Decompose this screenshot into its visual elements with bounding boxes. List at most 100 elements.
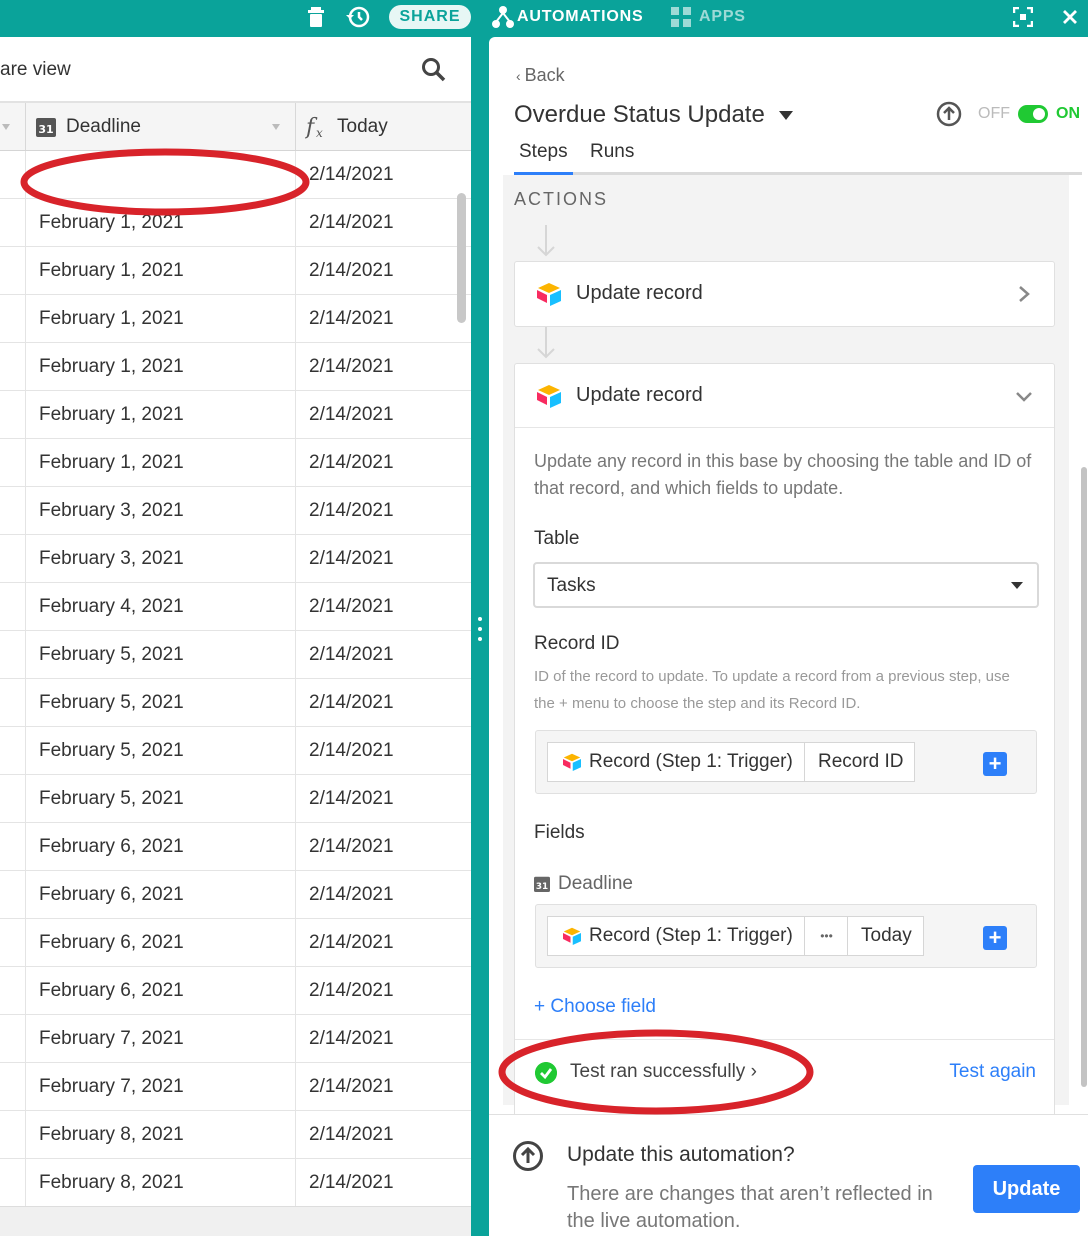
cell-deadline[interactable]: February 1, 2021	[39, 247, 184, 294]
table-row[interactable]: February 6, 2021 2/14/2021	[0, 967, 471, 1015]
apps-tab[interactable]: APPS	[669, 0, 746, 34]
cell-deadline[interactable]: February 1, 2021	[39, 295, 184, 342]
cell-today[interactable]: 2/14/2021	[309, 919, 394, 966]
cell-today[interactable]: 2/14/2021	[309, 631, 394, 678]
add-token-button[interactable]: +	[983, 926, 1007, 950]
record-id-input[interactable]: Record (Step 1: Trigger) Record ID +	[535, 730, 1037, 794]
tab-runs[interactable]: Runs	[585, 141, 639, 175]
close-icon[interactable]	[1062, 0, 1078, 34]
table-row[interactable]: February 8, 2021 2/14/2021	[0, 1111, 471, 1159]
cell-deadline[interactable]: February 3, 2021	[39, 487, 184, 534]
cell-today[interactable]: 2/14/2021	[309, 199, 394, 246]
view-name[interactable]: are view	[0, 59, 71, 81]
cell-today[interactable]: 2/14/2021	[309, 871, 394, 918]
pane-resize-handle[interactable]	[478, 617, 482, 645]
test-again-button[interactable]: Test again	[949, 1061, 1036, 1083]
table-row[interactable]: February 8, 2021 2/14/2021	[0, 1159, 471, 1207]
cell-today[interactable]: 2/14/2021	[309, 583, 394, 630]
cell-deadline[interactable]: February 1, 2021	[39, 391, 184, 438]
table-row[interactable]: February 5, 2021 2/14/2021	[0, 775, 471, 823]
table-row[interactable]: February 6, 2021 2/14/2021	[0, 823, 471, 871]
cell-today[interactable]: 2/14/2021	[309, 967, 394, 1014]
cell-today[interactable]: 2/14/2021	[309, 775, 394, 822]
cell-today[interactable]: 2/14/2021	[309, 295, 394, 342]
cell-deadline[interactable]: February 1, 2021	[39, 199, 184, 246]
cell-deadline[interactable]: February 1, 2021	[39, 343, 184, 390]
expand-icon[interactable]	[1013, 0, 1033, 34]
cell-deadline[interactable]: February 6, 2021	[39, 871, 184, 918]
cell-deadline[interactable]: February 4, 2021	[39, 583, 184, 630]
panel-scrollbar[interactable]	[1080, 177, 1088, 1107]
token-today[interactable]: Today	[847, 916, 924, 956]
column-menu-icon[interactable]	[270, 103, 282, 150]
prev-column-menu-icon[interactable]	[0, 103, 12, 150]
automation-toggle[interactable]: OFF ON	[936, 101, 1080, 127]
cell-today[interactable]: 2/14/2021	[309, 1063, 394, 1110]
token-record-step1[interactable]: Record (Step 1: Trigger)	[547, 916, 806, 956]
publish-icon[interactable]	[936, 101, 962, 127]
cell-deadline[interactable]: February 6, 2021	[39, 919, 184, 966]
cell-today[interactable]: 2/14/2021	[309, 391, 394, 438]
table-row[interactable]: February 1, 2021 2/14/2021	[0, 439, 471, 487]
grid-scrollbar[interactable]	[457, 193, 466, 323]
cell-deadline[interactable]: February 1, 2021	[39, 439, 184, 486]
table-row[interactable]: February 3, 2021 2/14/2021	[0, 487, 471, 535]
table-row[interactable]: February 6, 2021 2/14/2021	[0, 919, 471, 967]
cell-deadline[interactable]: February 6, 2021	[39, 823, 184, 870]
table-row[interactable]: February 1, 2021 2/14/2021	[0, 391, 471, 439]
search-icon[interactable]	[421, 57, 447, 83]
cell-today[interactable]: 2/14/2021	[309, 439, 394, 486]
cell-deadline[interactable]: February 8, 2021	[39, 1159, 184, 1206]
table-row[interactable]: February 7, 2021 2/14/2021	[0, 1015, 471, 1063]
column-header-deadline[interactable]: 31 Deadline	[36, 103, 141, 150]
table-row[interactable]: February 1, 2021 2/14/2021	[0, 199, 471, 247]
cell-deadline[interactable]: February 5, 2021	[39, 727, 184, 774]
table-row[interactable]: February 5, 2021 2/14/2021	[0, 631, 471, 679]
table-row[interactable]: February 1, 2021 2/14/2021	[0, 343, 471, 391]
cell-deadline[interactable]: February 5, 2021	[39, 775, 184, 822]
trash-icon[interactable]	[306, 0, 326, 34]
table-row[interactable]: February 1, 2021 2/14/2021	[0, 247, 471, 295]
tab-steps[interactable]: Steps	[514, 141, 573, 175]
share-button[interactable]: SHARE	[389, 5, 471, 29]
table-row[interactable]: February 5, 2021 2/14/2021	[0, 679, 471, 727]
cell-deadline[interactable]: February 5, 2021	[39, 631, 184, 678]
cell-deadline[interactable]: February 3, 2021	[39, 535, 184, 582]
token-more[interactable]: •••	[804, 916, 849, 956]
test-status[interactable]: Test ran successfully ›	[570, 1061, 757, 1083]
cell-deadline[interactable]: February 6, 2021	[39, 967, 184, 1014]
cell-deadline[interactable]: February 8, 2021	[39, 1111, 184, 1158]
choose-field-link[interactable]: + Choose field	[534, 996, 656, 1018]
cell-deadline[interactable]: February 5, 2021	[39, 679, 184, 726]
back-link[interactable]: ‹ Back	[516, 65, 565, 86]
automation-title[interactable]: Overdue Status Update	[514, 101, 793, 129]
cell-today[interactable]: 2/14/2021	[309, 247, 394, 294]
cell-today[interactable]: 2/14/2021	[309, 535, 394, 582]
token-record-id[interactable]: Record ID	[804, 742, 915, 782]
cell-today[interactable]: 2/14/2021	[309, 1015, 394, 1062]
on-off-switch[interactable]	[1018, 105, 1048, 123]
action-card-update-record-1[interactable]: Update record	[514, 261, 1055, 327]
table-row[interactable]: February 3, 2021 2/14/2021	[0, 535, 471, 583]
action-card-header[interactable]: Update record	[515, 364, 1054, 428]
cell-today[interactable]: 2/14/2021	[309, 343, 394, 390]
cell-today[interactable]: 2/14/2021	[309, 151, 394, 198]
automations-tab[interactable]: AUTOMATIONS	[491, 0, 643, 34]
cell-today[interactable]: 2/14/2021	[309, 823, 394, 870]
cell-today[interactable]: 2/14/2021	[309, 1159, 394, 1206]
update-button[interactable]: Update	[973, 1165, 1080, 1213]
cell-today[interactable]: 2/14/2021	[309, 679, 394, 726]
cell-today[interactable]: 2/14/2021	[309, 1111, 394, 1158]
token-record-step1[interactable]: Record (Step 1: Trigger)	[547, 742, 806, 782]
table-row[interactable]: February 5, 2021 2/14/2021	[0, 727, 471, 775]
cell-deadline[interactable]: February 7, 2021	[39, 1015, 184, 1062]
table-row[interactable]: February 1, 2021 2/14/2021	[0, 295, 471, 343]
add-token-button[interactable]: +	[983, 752, 1007, 776]
table-select[interactable]: Tasks	[533, 562, 1039, 608]
table-row[interactable]: February 4, 2021 2/14/2021	[0, 583, 471, 631]
table-row[interactable]: 2/14/2021	[0, 151, 471, 199]
cell-deadline[interactable]: February 7, 2021	[39, 1063, 184, 1110]
column-header-today[interactable]: fx Today	[305, 103, 388, 150]
table-row[interactable]: February 6, 2021 2/14/2021	[0, 871, 471, 919]
cell-today[interactable]: 2/14/2021	[309, 487, 394, 534]
